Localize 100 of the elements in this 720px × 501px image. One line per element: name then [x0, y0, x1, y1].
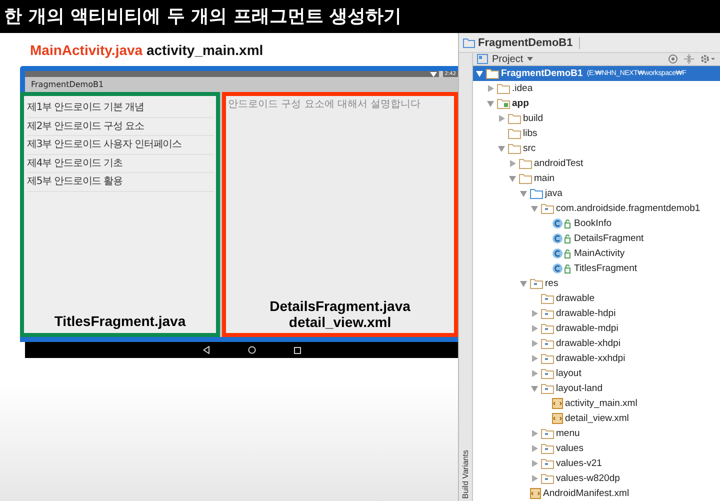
fragment-caption: DetailsFragment.java — [268, 298, 412, 314]
collapsed-arrow-icon — [532, 445, 538, 452]
folder-icon — [530, 278, 543, 289]
tree-item[interactable]: build — [473, 111, 720, 126]
class-icon — [552, 218, 572, 229]
expanded-arrow-icon — [520, 280, 527, 286]
tree-item[interactable]: menu — [473, 426, 720, 441]
collapsed-arrow-icon — [532, 325, 538, 332]
tree-item-label: drawable-xhdpi — [556, 338, 620, 349]
collapsed-arrow-icon — [532, 430, 538, 437]
folder-icon — [486, 68, 499, 79]
tree-item[interactable]: TitlesFragment — [473, 261, 720, 276]
tree-item[interactable]: app — [473, 96, 720, 111]
tree-item[interactable]: AndroidManifest.xml — [473, 486, 720, 501]
tree-item-label: layout-land — [556, 383, 602, 394]
tree-item[interactable]: java — [473, 186, 720, 201]
tree-item[interactable]: .idea — [473, 81, 720, 96]
folder-icon — [541, 458, 554, 469]
tree-item[interactable]: drawable-xhdpi — [473, 336, 720, 351]
tree-item[interactable]: res — [473, 276, 720, 291]
tree-item-label: drawable-mdpi — [556, 323, 618, 334]
folder-icon — [541, 368, 554, 379]
folder-icon — [541, 293, 554, 304]
collapsed-arrow-icon — [488, 85, 494, 92]
tree-item-label: drawable-hdpi — [556, 308, 616, 319]
recents-icon[interactable] — [294, 346, 301, 354]
class-file-name: MainActivity.java — [30, 42, 143, 58]
folder-icon — [508, 113, 521, 124]
dropdown-caret-icon — [527, 57, 534, 61]
tree-item[interactable]: values-w820dp — [473, 471, 720, 486]
expanded-arrow-icon — [476, 70, 483, 76]
tree-item[interactable]: androidTest — [473, 156, 720, 171]
tree-item-label: TitlesFragment — [574, 263, 637, 274]
project-view-icon — [477, 54, 488, 64]
title-list-item[interactable]: 제1부 안드로이드 기본 개념 — [27, 99, 214, 118]
tree-item-label: menu — [556, 428, 580, 439]
tree-item-label: drawable — [556, 293, 595, 304]
tree-item[interactable]: detail_view.xml — [473, 411, 720, 426]
tree-item[interactable]: drawable-xxhdpi — [473, 351, 720, 366]
tree-item[interactable]: src — [473, 141, 720, 156]
tree-item[interactable]: layout-land — [473, 381, 720, 396]
layout-file-name: activity_main.xml — [146, 42, 264, 58]
tree-item[interactable]: layout — [473, 366, 720, 381]
folder-icon — [508, 143, 521, 154]
tree-item-label: values-w820dp — [556, 473, 620, 484]
tree-item-label: java — [545, 188, 562, 199]
folder-icon — [519, 158, 532, 169]
title-list-item[interactable]: 제5부 안드로이드 활용 — [27, 173, 214, 192]
xml-file-icon — [552, 398, 563, 409]
folder-icon — [497, 98, 510, 109]
expanded-arrow-icon — [487, 100, 494, 106]
fragment-caption: detail_view.xml — [288, 314, 392, 330]
expanded-arrow-icon — [531, 206, 538, 212]
tree-item-label: activity_main.xml — [565, 398, 638, 409]
tree-item[interactable]: BookInfo — [473, 216, 720, 231]
folder-icon — [541, 323, 554, 334]
tree-item[interactable]: drawable — [473, 291, 720, 306]
tree-item[interactable]: drawable-hdpi — [473, 306, 720, 321]
tree-item[interactable]: values-v21 — [473, 456, 720, 471]
tree-item[interactable]: main — [473, 171, 720, 186]
expanded-arrow-icon — [531, 386, 538, 392]
folder-icon — [497, 83, 510, 94]
tree-item-label: DetailsFragment — [574, 233, 644, 244]
tree-item-label: build — [523, 113, 544, 124]
home-icon[interactable] — [248, 346, 256, 354]
folder-icon — [541, 308, 554, 319]
title-list-item[interactable]: 제4부 안드로이드 기초 — [27, 154, 214, 173]
tree-item[interactable]: MainActivity — [473, 246, 720, 261]
tree-item-label: app — [512, 98, 529, 109]
tree-item[interactable]: activity_main.xml — [473, 396, 720, 411]
tree-item-label: FragmentDemoB1 — [501, 68, 583, 79]
tree-item-label: com.androidside.fragmentdemob1 — [556, 203, 700, 214]
xml-file-icon — [552, 413, 563, 424]
target-icon[interactable] — [668, 54, 678, 64]
folder-icon — [541, 473, 554, 484]
tree-item[interactable]: values — [473, 441, 720, 456]
title-list-item[interactable]: 제2부 안드로이드 구성 요소 — [27, 118, 214, 136]
tree-item-label: drawable-xxhdpi — [556, 353, 626, 364]
tree-item[interactable]: libs — [473, 126, 720, 141]
folder-icon — [541, 443, 554, 454]
collapsed-arrow-icon — [532, 340, 538, 347]
tree-item-label: layout — [556, 368, 582, 379]
side-tab[interactable]: Build Variants — [461, 450, 470, 499]
settings-icon[interactable] — [700, 54, 716, 64]
tree-item[interactable]: DetailsFragment — [473, 231, 720, 246]
tree-item-label: libs — [523, 128, 538, 139]
tree-item-label: src — [523, 143, 536, 154]
slide-title: 한 개의 액티비티에 두 개의 프래그먼트 생성하기 — [0, 0, 720, 33]
detail-text: 안드로이드 구성 요소에 대해서 설명합니다 — [227, 98, 422, 112]
folder-icon — [530, 188, 543, 199]
tree-item-label: androidTest — [534, 158, 584, 169]
folder-icon — [519, 173, 532, 184]
fragment-caption: TitlesFragment.java — [53, 313, 187, 331]
title-list-item[interactable]: 제3부 안드로이드 사용자 인터페이스 — [27, 136, 214, 154]
class-icon — [552, 248, 572, 259]
tree-item[interactable]: drawable-mdpi — [473, 321, 720, 336]
folder-icon — [541, 428, 554, 439]
back-icon[interactable] — [203, 346, 210, 354]
tree-item[interactable]: com.androidside.fragmentdemob1 — [473, 201, 720, 216]
collapsed-arrow-icon — [532, 460, 538, 467]
